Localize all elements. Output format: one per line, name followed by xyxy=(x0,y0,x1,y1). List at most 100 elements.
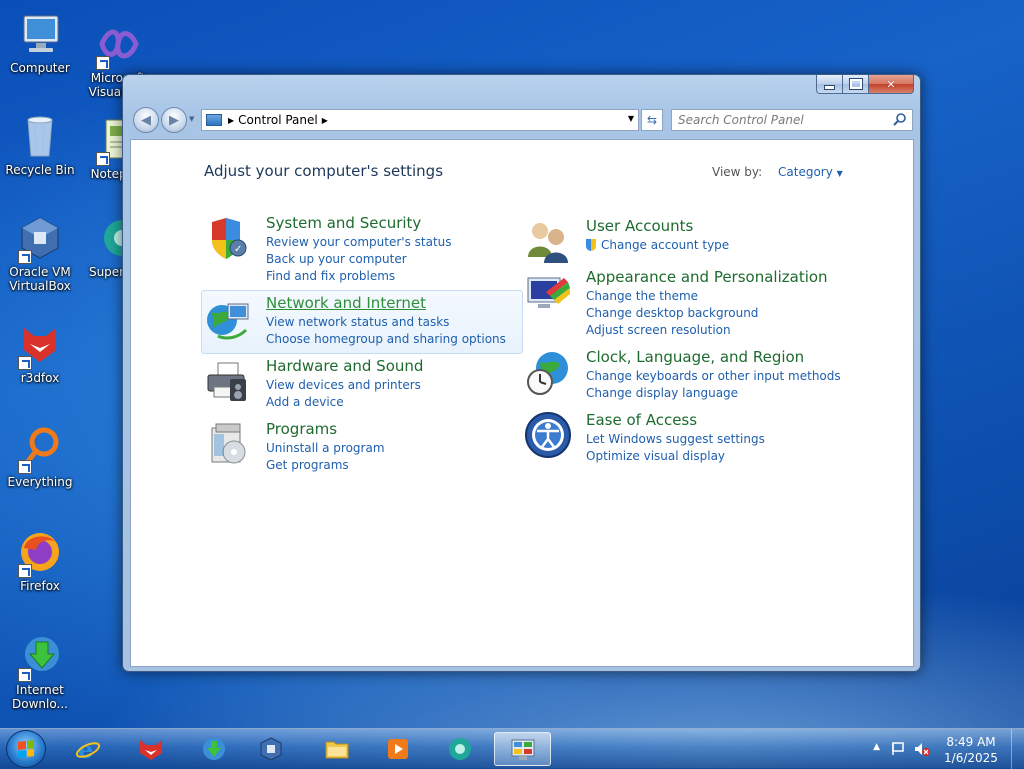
category-title[interactable]: Appearance and Personalization xyxy=(586,268,828,286)
taskbar-internet-download-manager[interactable] xyxy=(188,732,240,766)
category-clock-language-and-region[interactable]: Clock, Language, and Region Change keybo… xyxy=(524,348,844,400)
taskbar-file-explorer[interactable] xyxy=(311,732,363,766)
firefox-icon xyxy=(16,528,64,578)
category-appearance-and-personalization[interactable]: Appearance and Personalization Change th… xyxy=(524,268,844,337)
task-link[interactable]: Choose homegroup and sharing options xyxy=(266,331,506,348)
minimize-button[interactable] xyxy=(816,75,843,94)
task-link[interactable]: Let Windows suggest settings xyxy=(586,431,765,448)
taskbar-supermium[interactable] xyxy=(434,732,486,766)
maximize-button[interactable] xyxy=(843,75,869,94)
desktop-icon-firefox[interactable]: Firefox xyxy=(2,528,78,593)
programs-icon xyxy=(204,420,254,470)
desktop-icon-label: Firefox xyxy=(20,579,60,593)
printer-icon xyxy=(204,357,254,407)
desktop-icon-virtualbox[interactable]: Oracle VM VirtualBox xyxy=(2,214,78,293)
system-clock[interactable]: 8:49 AM 1/6/2025 xyxy=(936,734,1006,766)
windows-logo-icon xyxy=(18,740,34,758)
close-button[interactable]: ✕ xyxy=(869,75,914,94)
navigation-bar: ◀ ▶ ▼ ▶ Control Panel ▶ ▼ ⇆ Search Contr… xyxy=(131,107,913,133)
category-title[interactable]: Programs xyxy=(266,420,337,438)
desktop-icon-recycle-bin[interactable]: Recycle Bin xyxy=(2,112,78,177)
desktop-icon-internet-download-manager[interactable]: Internet Downlo... xyxy=(2,632,78,711)
category-hardware-and-sound[interactable]: Hardware and Sound View devices and prin… xyxy=(204,357,504,409)
appearance-icon xyxy=(524,268,574,318)
shortcut-arrow-icon xyxy=(18,460,32,474)
start-button[interactable] xyxy=(6,730,46,768)
supermium-icon xyxy=(447,736,473,762)
taskbar-r3dfox[interactable] xyxy=(125,732,177,766)
shortcut-arrow-icon xyxy=(18,250,32,264)
users-icon xyxy=(524,217,574,267)
category-title[interactable]: System and Security xyxy=(266,214,421,232)
folder-icon xyxy=(324,736,350,762)
task-link[interactable]: Change display language xyxy=(586,385,841,402)
category-programs[interactable]: Programs Uninstall a program Get program… xyxy=(204,420,504,472)
minimize-icon xyxy=(824,84,835,90)
refresh-button[interactable]: ⇆ xyxy=(641,109,663,131)
r3dfox-icon xyxy=(138,736,164,762)
show-hidden-icons-button[interactable]: ▲ xyxy=(873,742,880,752)
address-dropdown-icon[interactable]: ▼ xyxy=(628,114,634,123)
category-user-accounts[interactable]: User Accounts Change account type xyxy=(524,217,824,263)
back-arrow-icon: ◀ xyxy=(141,112,151,128)
desktop-icon-computer[interactable]: Computer xyxy=(2,10,78,75)
category-title[interactable]: Ease of Access xyxy=(586,411,697,429)
taskbar-media-player[interactable] xyxy=(372,732,424,766)
desktop-icon-r3dfox[interactable]: r3dfox xyxy=(2,320,78,385)
forward-button[interactable]: ▶ xyxy=(161,107,187,133)
volume-muted-icon[interactable] xyxy=(914,741,930,757)
clock-time: 8:49 AM xyxy=(946,735,996,749)
category-title[interactable]: Clock, Language, and Region xyxy=(586,348,804,366)
control-panel-content: Adjust your computer's settings View by:… xyxy=(130,139,914,667)
desktop-icon-label: Computer xyxy=(10,61,70,75)
page-title: Adjust your computer's settings xyxy=(204,162,444,180)
task-link[interactable]: Change keyboards or other input methods xyxy=(586,368,841,385)
breadcrumb-separator-icon[interactable]: ▶ xyxy=(322,116,328,125)
taskbar-virtualbox[interactable] xyxy=(245,732,297,766)
task-link[interactable]: Get programs xyxy=(266,457,385,474)
internet-explorer-icon: e xyxy=(75,735,101,764)
category-title[interactable]: Hardware and Sound xyxy=(266,357,423,375)
show-desktop-button[interactable] xyxy=(1011,729,1024,769)
category-title[interactable]: Network and Internet xyxy=(266,294,426,312)
search-input[interactable]: Search Control Panel xyxy=(671,109,913,131)
refresh-icon: ⇆ xyxy=(646,113,658,127)
view-by-dropdown[interactable]: Category ▼ xyxy=(778,165,843,179)
task-link[interactable]: Find and fix problems xyxy=(266,268,452,285)
shortcut-arrow-icon xyxy=(18,564,32,578)
task-link[interactable]: View network status and tasks xyxy=(266,314,506,331)
recent-pages-dropdown[interactable]: ▼ xyxy=(189,115,194,123)
uac-shield-icon xyxy=(586,239,596,251)
taskbar-control-panel[interactable] xyxy=(494,732,551,766)
task-link[interactable]: Change desktop background xyxy=(586,305,758,322)
task-link[interactable]: Optimize visual display xyxy=(586,448,765,465)
taskbar-internet-explorer[interactable]: e xyxy=(62,732,114,766)
task-link[interactable]: View devices and printers xyxy=(266,377,421,394)
breadcrumb-control-panel[interactable]: Control Panel xyxy=(238,113,318,127)
action-center-flag-icon[interactable] xyxy=(892,741,906,755)
task-link[interactable]: Add a device xyxy=(266,394,421,411)
internet-download-manager-icon xyxy=(201,736,227,762)
task-link[interactable]: Adjust screen resolution xyxy=(586,322,758,339)
search-icon[interactable] xyxy=(893,112,907,132)
control-panel-window: ✕ ◀ ▶ ▼ ▶ Control Panel ▶ ▼ ⇆ Search Con… xyxy=(122,74,921,672)
task-link[interactable]: Uninstall a program xyxy=(266,440,385,457)
computer-icon xyxy=(16,10,64,58)
task-link[interactable]: Back up your computer xyxy=(266,251,452,268)
back-button[interactable]: ◀ xyxy=(133,107,159,133)
address-bar[interactable]: ▶ Control Panel ▶ ▼ xyxy=(201,109,639,131)
ease-of-access-icon xyxy=(524,411,574,461)
desktop-icon-label: Everything xyxy=(7,475,73,489)
category-network-and-internet[interactable]: Network and Internet View network status… xyxy=(204,294,506,348)
desktop-icon-everything[interactable]: Everything xyxy=(2,424,78,489)
maximize-icon xyxy=(848,78,863,90)
category-ease-of-access[interactable]: Ease of Access Let Windows suggest setti… xyxy=(524,411,824,463)
view-by-label: View by: xyxy=(712,165,763,179)
category-system-and-security[interactable]: ✓ System and Security Review your comput… xyxy=(204,214,504,283)
close-icon: ✕ xyxy=(886,77,896,91)
task-link[interactable]: Change the theme xyxy=(586,288,758,305)
caption-buttons: ✕ xyxy=(816,75,914,95)
task-link[interactable]: Change account type xyxy=(586,237,729,254)
task-link[interactable]: Review your computer's status xyxy=(266,234,452,251)
category-title[interactable]: User Accounts xyxy=(586,217,693,235)
